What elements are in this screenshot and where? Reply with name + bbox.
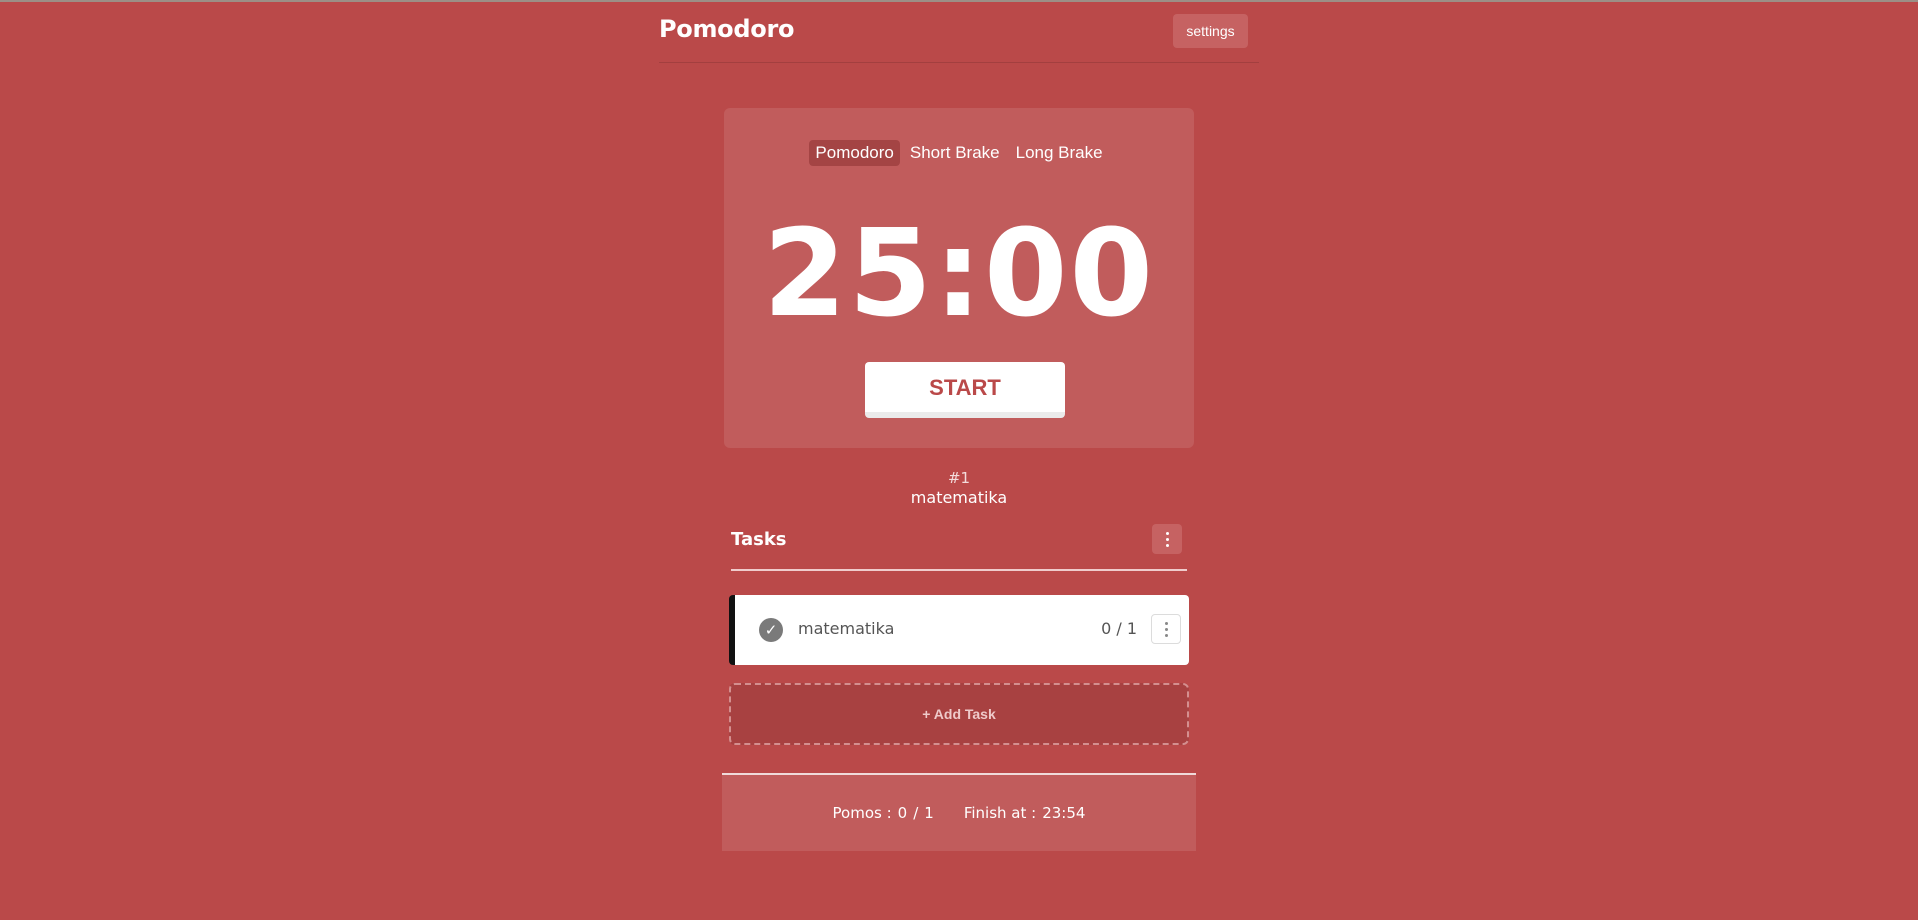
mode-tabs: Pomodoro Short Brake Long Brake — [724, 140, 1194, 166]
tab-short-brake[interactable]: Short Brake — [904, 140, 1006, 166]
pomos-done: 0 — [897, 804, 908, 822]
kebab-icon — [1165, 531, 1169, 547]
timer-display: 25:00 — [763, 205, 1155, 344]
summary-footer: Pomos : 0 / 1 Finish at : 23:54 — [722, 773, 1196, 851]
current-task-name: matematika — [910, 488, 1008, 507]
finish-label: Finish at : — [963, 804, 1037, 822]
task-pomo-count: 0 / 1 — [1101, 619, 1137, 638]
timer-card: Pomodoro Short Brake Long Brake 25:00 ST… — [724, 108, 1194, 448]
tab-pomodoro[interactable]: Pomodoro — [809, 140, 900, 166]
pomos-label: Pomos : — [832, 804, 892, 822]
task-menu-button[interactable] — [1151, 614, 1181, 644]
tasks-header: Tasks — [731, 522, 1187, 571]
current-pomodoro-number: #1 — [947, 469, 971, 487]
start-button[interactable]: START — [865, 362, 1065, 418]
task-item[interactable]: ✓ matematika 0 / 1 — [729, 595, 1189, 665]
pomos-total: 1 — [924, 804, 934, 822]
task-name: matematika — [798, 619, 895, 638]
add-task-button[interactable]: + Add Task — [729, 683, 1189, 745]
tasks-title: Tasks — [731, 529, 787, 550]
app-header: Pomodoro settings — [659, 0, 1259, 63]
kebab-icon — [1164, 621, 1168, 637]
finish-time: 23:54 — [1042, 804, 1086, 822]
pomos-separator: / — [913, 804, 919, 822]
app-title[interactable]: Pomodoro — [659, 15, 794, 43]
check-icon[interactable]: ✓ — [759, 618, 783, 642]
settings-button[interactable]: settings — [1173, 14, 1248, 48]
tasks-menu-button[interactable] — [1152, 524, 1182, 554]
tab-long-brake[interactable]: Long Brake — [1010, 140, 1109, 166]
